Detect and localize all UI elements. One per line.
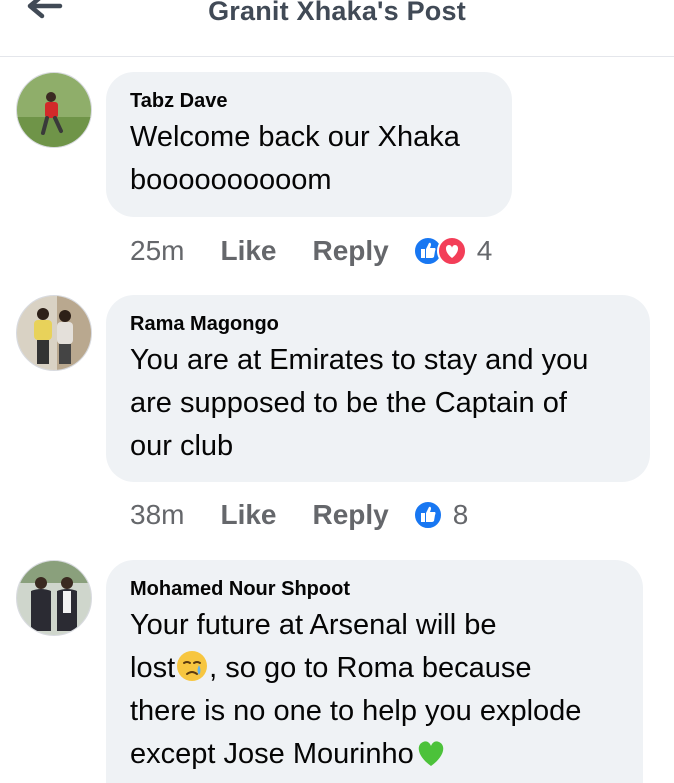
comment-text: Your future at Arsenal will be lost , so…	[130, 604, 621, 776]
green-heart-emoji	[418, 741, 443, 766]
reaction-icons[interactable]	[412, 500, 443, 530]
comment-bubble: Tabz Dave Welcome back our Xhaka boooooo…	[106, 72, 512, 217]
comment-author[interactable]: Mohamed Nour Shpoot	[130, 576, 621, 602]
crying-face-emoji	[177, 651, 208, 681]
like-button[interactable]: Like	[220, 499, 276, 531]
comment-bubble: Rama Magongo You are at Emirates to stay…	[106, 295, 650, 482]
comment-bubble: Mohamed Nour Shpoot Your future at Arsen…	[106, 560, 643, 783]
comment-line: Your future at Arsenal will be	[130, 609, 497, 641]
avatar[interactable]	[16, 72, 92, 148]
reaction-icons[interactable]	[412, 236, 467, 266]
comment-line: lost	[130, 652, 176, 684]
post-header: Granit Xhaka's Post	[0, 0, 674, 57]
comment-line: , so go to Roma because	[209, 652, 532, 684]
comment-line: there is no one to help you explode	[130, 695, 582, 727]
comment-actions: 25m Like Reply 4	[130, 231, 492, 271]
comment-actions: 38m Like Reply 8	[130, 495, 468, 535]
reply-button[interactable]: Reply	[313, 499, 389, 531]
comment-line: are supposed to be the Captain of	[130, 387, 567, 419]
comment-text: You are at Emirates to stay and you are …	[130, 339, 628, 468]
comment-author[interactable]: Tabz Dave	[130, 88, 490, 114]
love-icon	[436, 236, 467, 266]
comment-line: You are at Emirates to stay and you	[130, 344, 589, 376]
comment-text: Welcome back our Xhaka boooooooooom	[130, 116, 490, 202]
like-icon	[412, 500, 443, 530]
reaction-count[interactable]: 8	[453, 499, 469, 531]
comment-line: except Jose Mourinho	[130, 738, 414, 770]
comment-line: our club	[130, 430, 234, 462]
comment-timestamp[interactable]: 38m	[130, 499, 184, 531]
avatar[interactable]	[16, 295, 92, 371]
reply-button[interactable]: Reply	[313, 235, 389, 267]
avatar[interactable]	[16, 560, 92, 636]
reaction-count[interactable]: 4	[477, 235, 493, 267]
comment-line: Welcome back our Xhaka	[130, 121, 460, 153]
like-button[interactable]: Like	[220, 235, 276, 267]
comment-timestamp[interactable]: 25m	[130, 235, 184, 267]
comment-author[interactable]: Rama Magongo	[130, 311, 628, 337]
comment-line: boooooooooom	[130, 164, 332, 196]
page-title: Granit Xhaka's Post	[208, 0, 466, 26]
